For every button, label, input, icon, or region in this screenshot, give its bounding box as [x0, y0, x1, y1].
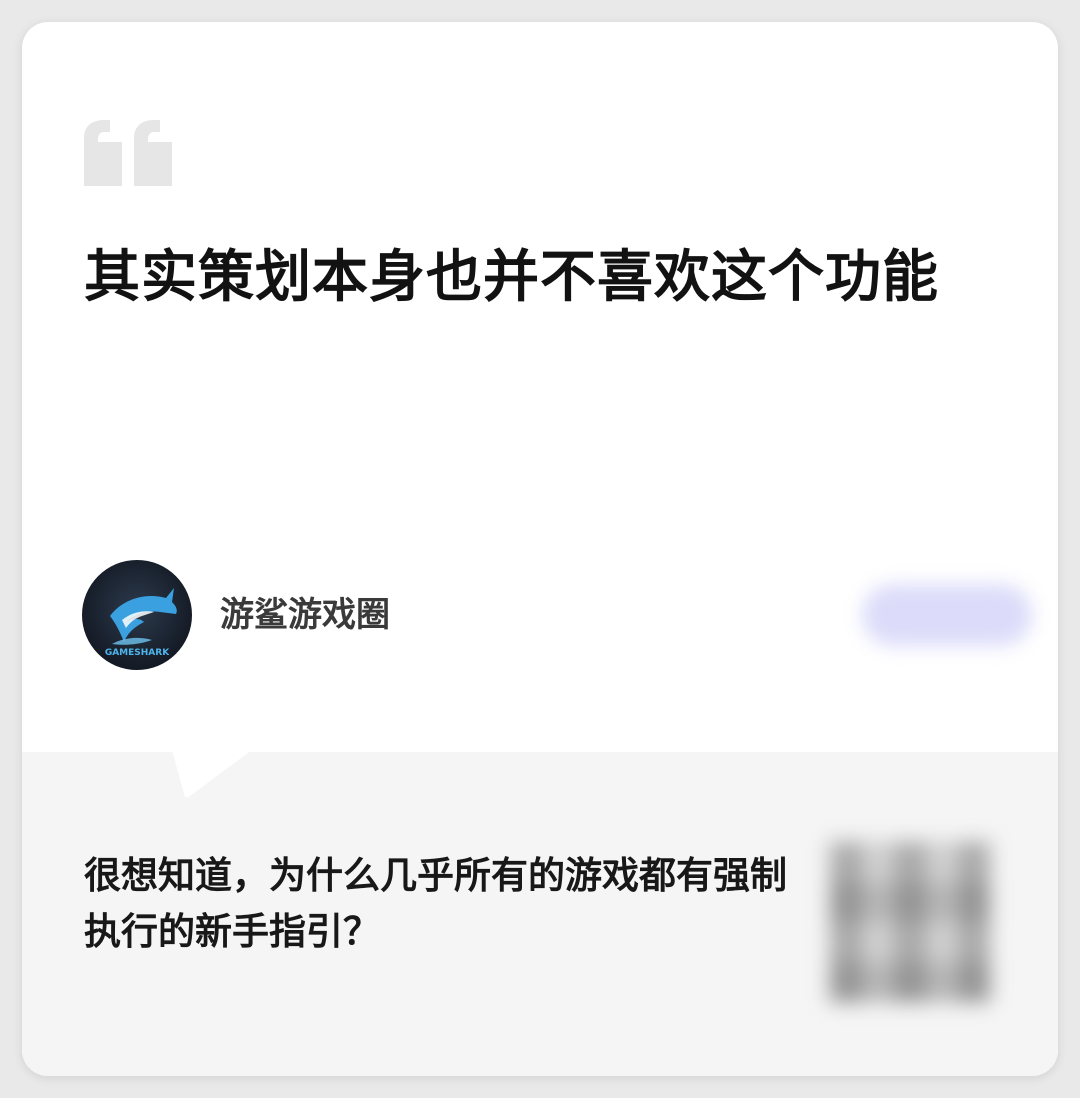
source-meta-blurred: [86, 1002, 446, 1024]
author-name[interactable]: 游鲨游戏圈: [220, 594, 390, 636]
author-avatar[interactable]: GAMESHARK: [82, 560, 192, 670]
qr-code-blurred: [830, 842, 990, 1002]
source-panel[interactable]: 很想知道，为什么几乎所有的游戏都有强制执行的新手指引？: [22, 750, 1058, 1076]
speech-notch: [172, 750, 252, 798]
shark-logo-icon: GAMESHARK: [105, 588, 177, 658]
share-card: 其实策划本身也并不喜欢这个功能 GAMESHARK 游鲨游戏圈 关注 很想知道，…: [22, 22, 1058, 1076]
gameshark-logo-text: GAMESHARK: [105, 648, 170, 658]
source-question[interactable]: 很想知道，为什么几乎所有的游戏都有强制执行的新手指引？: [84, 848, 804, 960]
quote-open-icon: [84, 120, 172, 186]
follow-button[interactable]: 关注: [862, 584, 1032, 646]
quote-headline: 其实策划本身也并不喜欢这个功能: [84, 245, 939, 310]
author-row: GAMESHARK 游鲨游戏圈 关注: [82, 560, 1032, 670]
